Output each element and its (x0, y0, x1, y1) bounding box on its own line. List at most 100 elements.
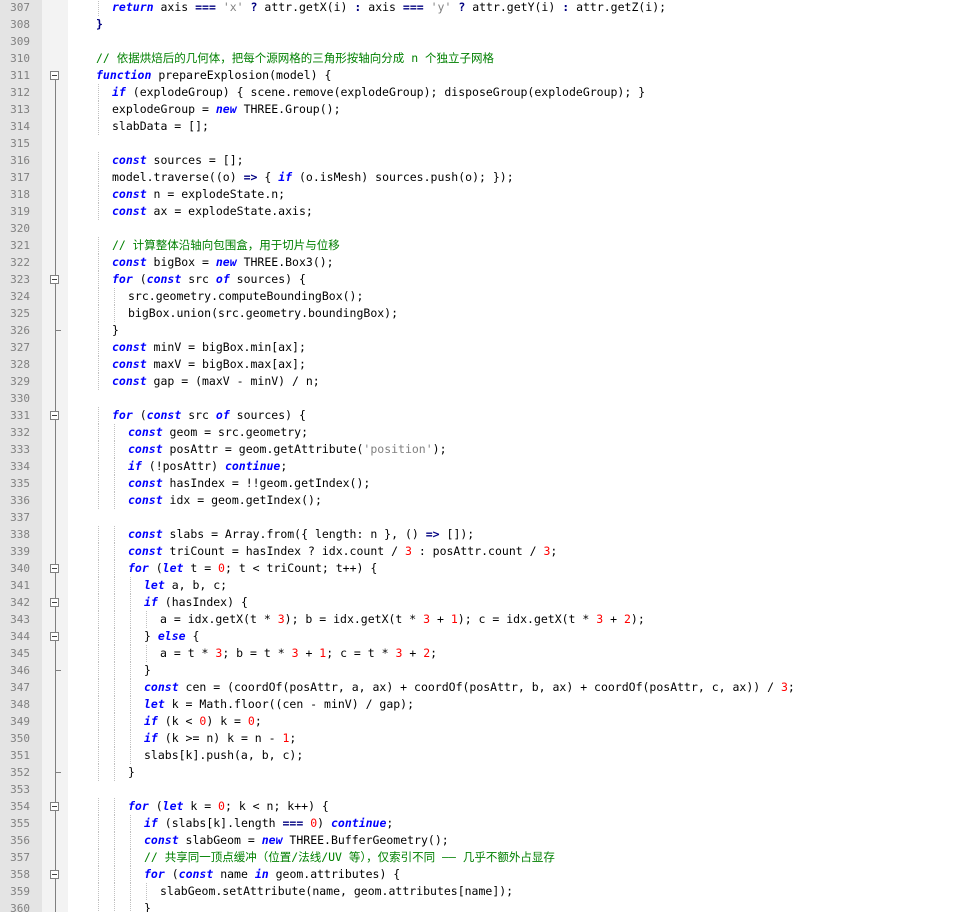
code-token: slabData = []; (112, 119, 209, 133)
code-line[interactable]: 334 if (!posAttr) continue; (0, 458, 956, 475)
line-number: 322 (10, 256, 30, 269)
code-token: src.geometry.computeBoundingBox(); (128, 289, 364, 303)
line-number: 349 (10, 715, 30, 728)
code-line[interactable]: 312 if (explodeGroup) { scene.remove(expl… (0, 84, 956, 101)
code-line[interactable]: 336 const idx = geom.getIndex(); (0, 492, 956, 509)
code-line[interactable]: 358 for (const name in geom.attributes) { (0, 866, 956, 883)
indent-guide (98, 475, 99, 492)
indent-guide (130, 679, 131, 696)
code-line[interactable]: 313 explodeGroup = new THREE.Group(); (0, 101, 956, 118)
code-line[interactable]: 318 const n = explodeState.n; (0, 186, 956, 203)
code-line[interactable]: 359 slabGeom.setAttribute(name, geom.attr… (0, 883, 956, 900)
code-text: a = idx.getX(t * 3); b = idx.getX(t * 3 … (160, 611, 645, 628)
code-token: ( (132, 408, 147, 422)
code-line[interactable]: 351 slabs[k].push(a, b, c); (0, 747, 956, 764)
code-line[interactable]: 356 const slabGeom = new THREE.BufferGeom… (0, 832, 956, 849)
code-line[interactable]: 320 (0, 220, 956, 237)
code-line[interactable]: 333 const posAttr = geom.getAttribute('po… (0, 441, 956, 458)
code-line[interactable]: 309 (0, 33, 956, 50)
code-text: if (!posAttr) continue; (128, 458, 287, 475)
code-token: sources) { (229, 408, 306, 422)
indent-guide (114, 713, 115, 730)
code-line[interactable]: 326} (0, 322, 956, 339)
code-line[interactable]: 308} (0, 16, 956, 33)
code-token: const (178, 867, 214, 881)
code-text: const gap = (maxV - minV) / n; (112, 373, 320, 390)
indent-guide (114, 883, 115, 900)
code-token: new (215, 102, 237, 116)
indent-guide (98, 322, 99, 339)
code-line[interactable]: 310 // 依据烘焙后的几何体，把每个源网格的三角形按轴向分成 n 个独立子网格 (0, 50, 956, 67)
code-line[interactable]: 335 const hasIndex = !!geom.getIndex(); (0, 475, 956, 492)
code-line[interactable]: 314 slabData = []; (0, 118, 956, 135)
code-token: gap = (maxV - minV) / n; (146, 374, 320, 388)
code-line[interactable]: 352} (0, 764, 956, 781)
code-text: bigBox.union(src.geometry.boundingBox); (128, 305, 398, 322)
code-line[interactable]: 340 for (let t = 0; t < triCount; t++) { (0, 560, 956, 577)
code-line[interactable]: 323 for (const src of sources) { (0, 271, 956, 288)
code-line[interactable]: 355 if (slabs[k].length === 0) continue; (0, 815, 956, 832)
code-line[interactable]: 341 let a, b, c; (0, 577, 956, 594)
code-text: a = t * 3; b = t * 3 + 1; c = t * 3 + 2; (160, 645, 437, 662)
code-token: if (112, 85, 126, 99)
code-token: 3 (404, 544, 412, 558)
code-token: } (144, 663, 151, 677)
code-line[interactable]: 360} (0, 900, 956, 912)
code-line[interactable]: 357 // 共享同一顶点缓冲（位置/法线/UV 等），仅索引不同 —— 几乎不额… (0, 849, 956, 866)
code-line[interactable]: 348 let k = Math.floor((cen - minV) / gap… (0, 696, 956, 713)
code-line[interactable]: 322 const bigBox = new THREE.Box3(); (0, 254, 956, 271)
code-line[interactable]: 307 return axis === 'x' ? attr.getX(i) : … (0, 0, 956, 16)
code-line[interactable]: 311 function prepareExplosion(model) { (0, 67, 956, 84)
code-line[interactable]: 328 const maxV = bigBox.max[ax]; (0, 356, 956, 373)
code-line[interactable]: 344} else { (0, 628, 956, 645)
code-line[interactable]: 315 (0, 135, 956, 152)
code-token: t = (183, 561, 219, 575)
line-number: 329 (10, 375, 30, 388)
indent-guide (114, 662, 115, 679)
line-number: 334 (10, 460, 30, 473)
code-line[interactable]: 343 a = idx.getX(t * 3); b = idx.getX(t *… (0, 611, 956, 628)
code-token: ; (550, 544, 558, 558)
indent-guide (98, 747, 99, 764)
code-line[interactable]: 317 model.traverse((o) => { if (o.isMesh)… (0, 169, 956, 186)
code-line[interactable]: 332 const geom = src.geometry; (0, 424, 956, 441)
code-line[interactable]: 354 for (let k = 0; k < n; k++) { (0, 798, 956, 815)
code-line[interactable]: 338 const slabs = Array.from({ length: n … (0, 526, 956, 543)
code-token: explodeGroup = (112, 102, 216, 116)
indent-guide (98, 730, 99, 747)
code-text: const bigBox = new THREE.Box3(); (112, 254, 334, 271)
code-line[interactable]: 337 (0, 509, 956, 526)
code-text: if (slabs[k].length === 0) continue; (144, 815, 393, 832)
code-line[interactable]: 325 bigBox.union(src.geometry.boundingBox… (0, 305, 956, 322)
code-token: const (112, 340, 147, 354)
code-line[interactable]: 329 const gap = (maxV - minV) / n; (0, 373, 956, 390)
indent-guide (98, 611, 99, 628)
code-line[interactable]: 316 const sources = []; (0, 152, 956, 169)
indent-guide (114, 747, 115, 764)
code-token: (o.isMesh) sources.push(o); }); (292, 170, 514, 184)
code-line[interactable]: 345 a = t * 3; b = t * 3 + 1; c = t * 3 +… (0, 645, 956, 662)
code-token: 'y' (430, 0, 452, 14)
code-line[interactable]: 350 if (k >= n) k = n - 1; (0, 730, 956, 747)
code-token: attr.getY(i) (465, 0, 563, 14)
code-line[interactable]: 353 (0, 781, 956, 798)
code-line[interactable]: 349 if (k < 0) k = 0; (0, 713, 956, 730)
code-token: k = (183, 799, 219, 813)
code-line[interactable]: 346} (0, 662, 956, 679)
code-token: ( (148, 799, 163, 813)
code-line[interactable]: 324 src.geometry.computeBoundingBox(); (0, 288, 956, 305)
code-text: } (112, 322, 119, 339)
code-editor[interactable]: 307 return axis === 'x' ? attr.getX(i) : … (0, 0, 956, 912)
code-line[interactable]: 339 const triCount = hasIndex ? idx.count… (0, 543, 956, 560)
code-line[interactable]: 319 const ax = explodeState.axis; (0, 203, 956, 220)
code-line[interactable]: 347 const cen = (coordOf(posAttr, a, ax) … (0, 679, 956, 696)
code-token: if (128, 459, 142, 473)
line-number: 335 (10, 477, 30, 490)
indent-guide (114, 594, 115, 611)
code-line[interactable]: 327 const minV = bigBox.min[ax]; (0, 339, 956, 356)
code-line[interactable]: 321 // 计算整体沿轴向包围盒，用于切片与位移 (0, 237, 956, 254)
code-token: for (112, 408, 133, 422)
code-line[interactable]: 342 if (hasIndex) { (0, 594, 956, 611)
code-line[interactable]: 331 for (const src of sources) { (0, 407, 956, 424)
code-line[interactable]: 330 (0, 390, 956, 407)
